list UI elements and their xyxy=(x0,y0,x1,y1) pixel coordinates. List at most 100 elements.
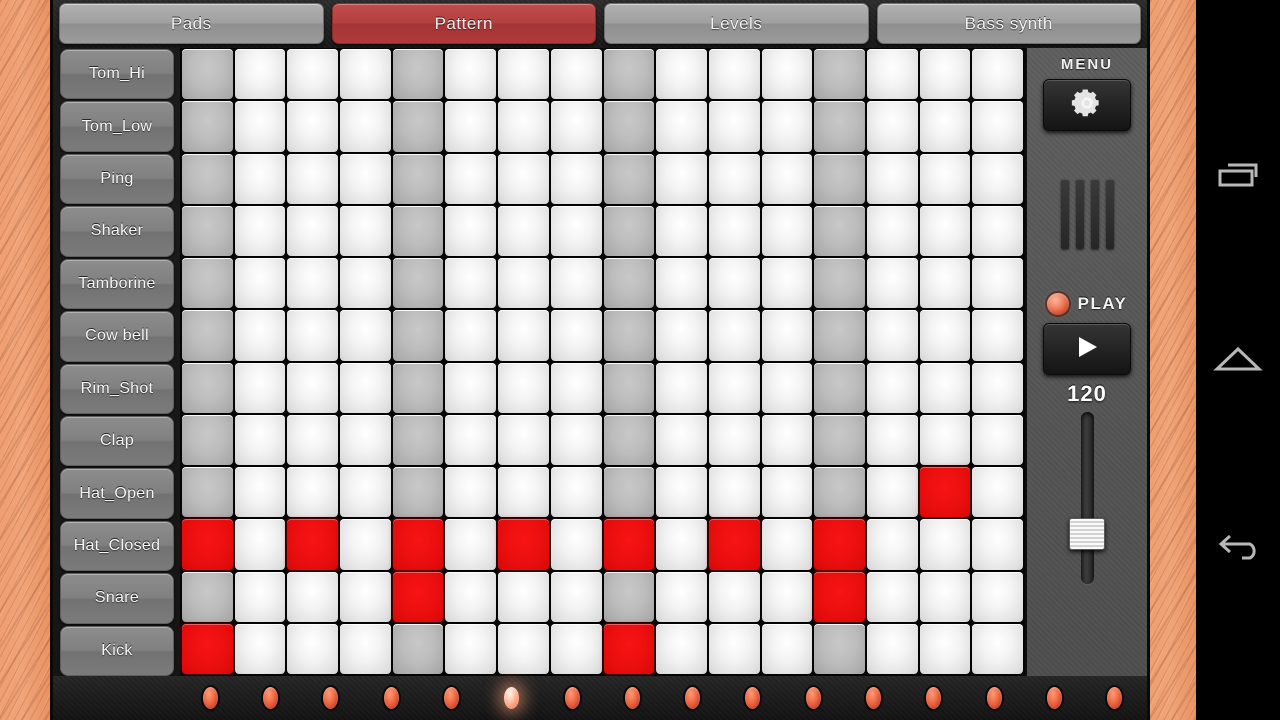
step-cell[interactable] xyxy=(287,571,339,622)
step-cell[interactable] xyxy=(919,414,971,465)
step-cell[interactable] xyxy=(761,101,813,152)
step-cell[interactable] xyxy=(708,414,760,465)
step-cell[interactable] xyxy=(866,414,918,465)
step-cell[interactable] xyxy=(550,258,602,309)
step-cell[interactable] xyxy=(814,519,865,570)
tab-pads[interactable]: Pads xyxy=(59,3,324,44)
step-cell[interactable] xyxy=(445,467,497,518)
step-cell[interactable] xyxy=(603,101,655,152)
step-cell[interactable] xyxy=(182,362,233,413)
track-label-shaker[interactable]: Shaker xyxy=(60,206,174,257)
step-cell[interactable] xyxy=(287,467,339,518)
step-cell[interactable] xyxy=(287,153,339,204)
step-cell[interactable] xyxy=(182,205,233,256)
step-cell[interactable] xyxy=(445,49,497,100)
step-cell[interactable] xyxy=(550,414,602,465)
step-cell[interactable] xyxy=(972,623,1023,674)
step-cell[interactable] xyxy=(603,571,655,622)
step-cell[interactable] xyxy=(708,571,760,622)
step-cell[interactable] xyxy=(340,467,391,518)
step-cell[interactable] xyxy=(866,310,918,361)
step-cell[interactable] xyxy=(287,362,339,413)
step-cell[interactable] xyxy=(708,310,760,361)
step-cell[interactable] xyxy=(972,571,1023,622)
step-cell[interactable] xyxy=(550,571,602,622)
step-cell[interactable] xyxy=(392,467,444,518)
step-cell[interactable] xyxy=(656,414,707,465)
step-cell[interactable] xyxy=(392,101,444,152)
step-cell[interactable] xyxy=(182,153,233,204)
home-button[interactable] xyxy=(1207,329,1269,391)
step-cell[interactable] xyxy=(287,414,339,465)
step-cell[interactable] xyxy=(234,101,286,152)
step-cell[interactable] xyxy=(550,310,602,361)
step-cell[interactable] xyxy=(234,49,286,100)
step-cell[interactable] xyxy=(814,310,865,361)
step-cell[interactable] xyxy=(603,519,655,570)
step-cell[interactable] xyxy=(392,258,444,309)
step-cell[interactable] xyxy=(708,258,760,309)
step-cell[interactable] xyxy=(603,310,655,361)
step-cell[interactable] xyxy=(919,49,971,100)
step-cell[interactable] xyxy=(603,153,655,204)
step-cell[interactable] xyxy=(866,362,918,413)
step-cell[interactable] xyxy=(761,623,813,674)
step-cell[interactable] xyxy=(392,49,444,100)
step-cell[interactable] xyxy=(182,49,233,100)
step-cell[interactable] xyxy=(814,414,865,465)
step-cell[interactable] xyxy=(708,49,760,100)
step-cell[interactable] xyxy=(972,519,1023,570)
step-cell[interactable] xyxy=(340,362,391,413)
step-cell[interactable] xyxy=(972,258,1023,309)
track-label-cow-bell[interactable]: Cow bell xyxy=(60,311,174,362)
step-cell[interactable] xyxy=(340,258,391,309)
step-cell[interactable] xyxy=(234,519,286,570)
step-cell[interactable] xyxy=(498,623,549,674)
step-cell[interactable] xyxy=(182,310,233,361)
step-cell[interactable] xyxy=(761,467,813,518)
step-cell[interactable] xyxy=(919,467,971,518)
step-cell[interactable] xyxy=(603,623,655,674)
step-cell[interactable] xyxy=(919,310,971,361)
step-cell[interactable] xyxy=(866,49,918,100)
step-cell[interactable] xyxy=(550,205,602,256)
tab-levels[interactable]: Levels xyxy=(604,3,869,44)
step-cell[interactable] xyxy=(550,623,602,674)
step-cell[interactable] xyxy=(656,205,707,256)
step-cell[interactable] xyxy=(340,519,391,570)
step-cell[interactable] xyxy=(708,519,760,570)
step-cell[interactable] xyxy=(498,414,549,465)
step-cell[interactable] xyxy=(919,205,971,256)
step-cell[interactable] xyxy=(814,571,865,622)
step-cell[interactable] xyxy=(445,205,497,256)
step-cell[interactable] xyxy=(287,258,339,309)
step-cell[interactable] xyxy=(656,258,707,309)
step-cell[interactable] xyxy=(919,362,971,413)
step-cell[interactable] xyxy=(866,519,918,570)
step-cell[interactable] xyxy=(761,362,813,413)
step-cell[interactable] xyxy=(814,49,865,100)
step-cell[interactable] xyxy=(498,571,549,622)
step-cell[interactable] xyxy=(498,519,549,570)
step-cell[interactable] xyxy=(656,519,707,570)
step-cell[interactable] xyxy=(340,414,391,465)
step-cell[interactable] xyxy=(287,623,339,674)
step-cell[interactable] xyxy=(656,101,707,152)
step-cell[interactable] xyxy=(392,205,444,256)
step-cell[interactable] xyxy=(550,153,602,204)
track-label-kick[interactable]: Kick xyxy=(60,625,174,677)
track-label-ping[interactable]: Ping xyxy=(60,153,174,205)
step-cell[interactable] xyxy=(972,362,1023,413)
recent-apps-button[interactable] xyxy=(1207,145,1269,207)
step-cell[interactable] xyxy=(498,467,549,518)
step-cell[interactable] xyxy=(656,49,707,100)
step-cell[interactable] xyxy=(708,205,760,256)
step-cell[interactable] xyxy=(445,519,497,570)
step-cell[interactable] xyxy=(287,101,339,152)
step-cell[interactable] xyxy=(550,49,602,100)
step-cell[interactable] xyxy=(182,623,233,674)
step-cell[interactable] xyxy=(603,49,655,100)
track-label-rim-shot[interactable]: Rim_Shot xyxy=(60,363,174,414)
step-cell[interactable] xyxy=(234,310,286,361)
step-cell[interactable] xyxy=(392,362,444,413)
